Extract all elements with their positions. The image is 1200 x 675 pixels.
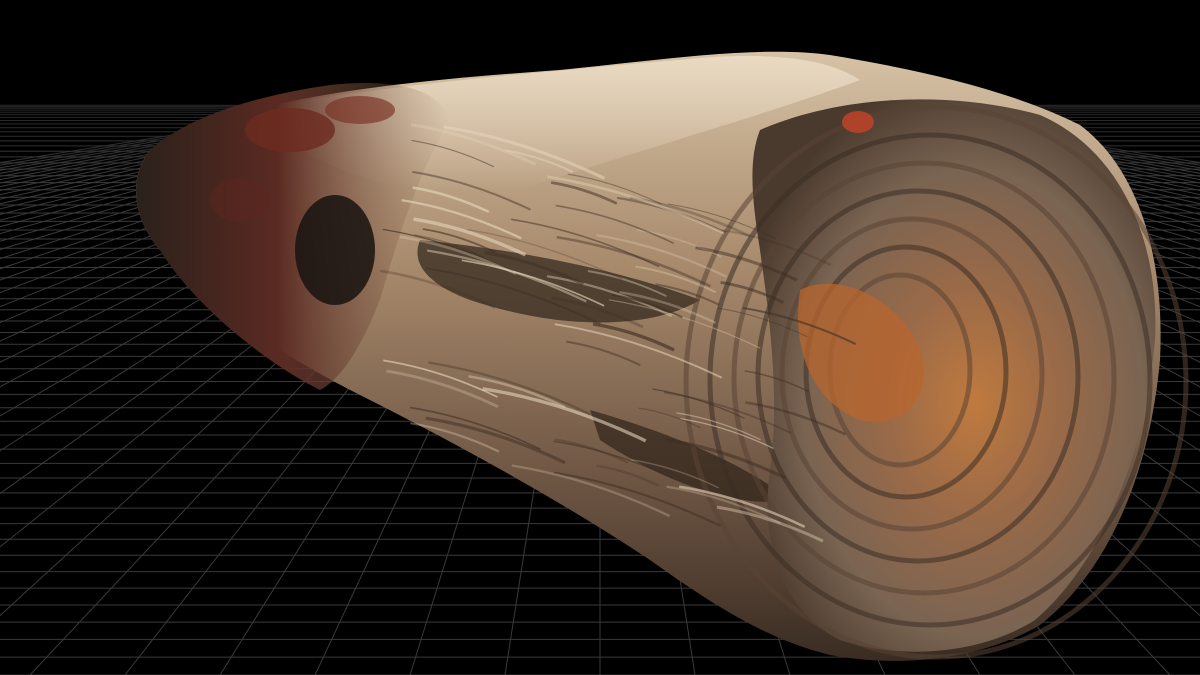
red-spot: [842, 111, 874, 133]
red-mineral-patch: [210, 178, 270, 222]
red-mineral-patch: [325, 96, 395, 124]
petrified-log-model[interactable]: [136, 51, 1189, 661]
red-mineral-patch: [245, 108, 335, 152]
charred-knot: [295, 195, 375, 305]
viewport-canvas[interactable]: [0, 0, 1200, 675]
3d-viewport[interactable]: [0, 0, 1200, 675]
